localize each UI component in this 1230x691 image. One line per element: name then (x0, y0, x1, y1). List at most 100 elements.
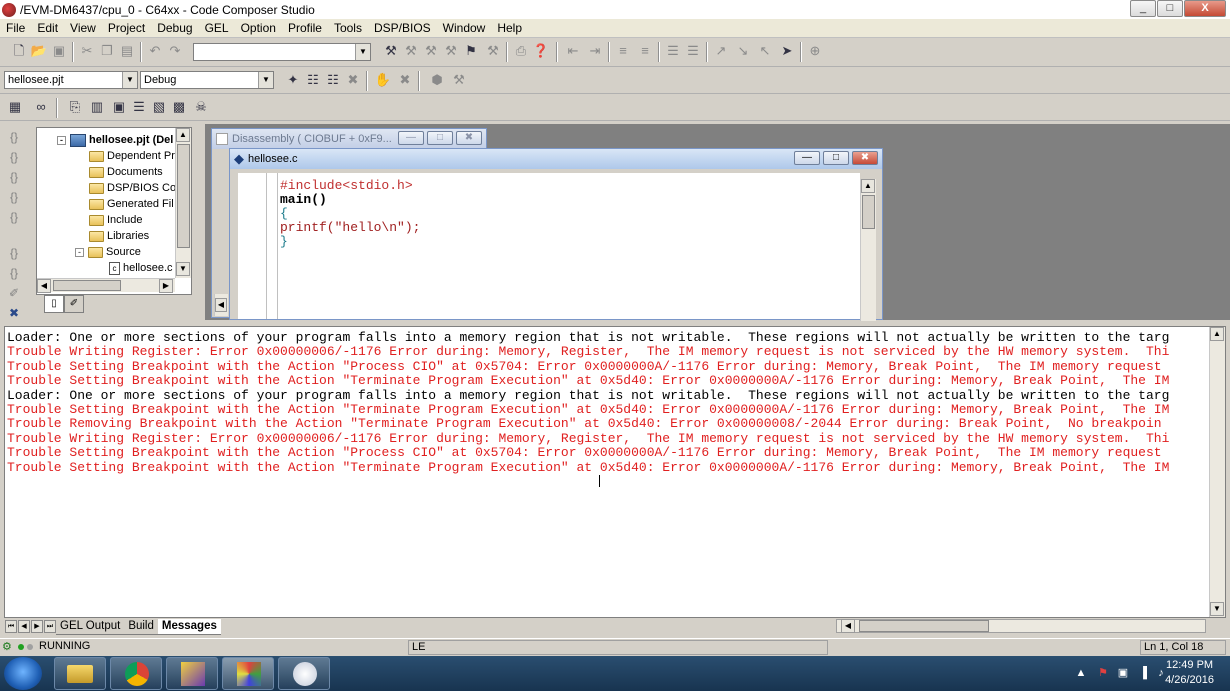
step-out-icon[interactable]: {} (6, 169, 22, 185)
next-tab-icon[interactable]: ▶ (31, 620, 43, 633)
minimize-button[interactable]: ― (398, 131, 424, 145)
new-file-icon[interactable]: 🗋 (10, 42, 28, 60)
align-right-icon[interactable]: ☰ (684, 42, 702, 60)
close-button[interactable]: X (1184, 0, 1226, 17)
tab-gel-output[interactable]: GEL Output (56, 619, 125, 635)
run-to-cursor-icon[interactable]: ➤ (778, 42, 796, 60)
tree-node-project[interactable]: - hellosee.pjt (Del (57, 132, 173, 148)
menu-project[interactable]: Project (102, 19, 151, 38)
profiler-icon[interactable]: ⚒ (450, 71, 468, 89)
scroll-up-icon[interactable]: ▲ (1210, 327, 1224, 341)
taskbar-explorer-icon[interactable] (54, 657, 106, 690)
scroll-thumb[interactable] (53, 280, 121, 291)
open-folder-icon[interactable]: 📂 (30, 42, 48, 60)
editor-vscrollbar[interactable]: ▲ (860, 179, 876, 321)
clipboard-icon[interactable]: ⎘ (66, 98, 84, 116)
asm-step-over-icon[interactable]: {} (6, 265, 22, 281)
editor-gutter[interactable] (238, 173, 278, 319)
scroll-down-icon[interactable]: ▼ (176, 262, 190, 276)
menu-dspbios[interactable]: DSP/BIOS (368, 19, 437, 38)
network-signal-icon[interactable]: ▐ (1136, 666, 1150, 680)
asm-step-into-icon[interactable]: {} (6, 245, 22, 261)
step-over-icon[interactable]: ↘ (734, 42, 752, 60)
find-next-icon[interactable]: ⚒ (402, 42, 420, 60)
step-into-icon[interactable]: ↗ (712, 42, 730, 60)
tree-folder-dspbios[interactable]: DSP/BIOS Co (89, 180, 176, 196)
align-left-icon[interactable]: ☰ (664, 42, 682, 60)
registers-icon[interactable]: ▥ (88, 98, 106, 116)
compile-icon[interactable]: ✦ (284, 71, 302, 89)
first-tab-icon[interactable]: ⏮ (5, 620, 17, 633)
find-in-files-icon[interactable]: ⚒ (442, 42, 460, 60)
usb-device-icon[interactable]: ▣ (1116, 666, 1130, 680)
graph-icon[interactable]: ▧ (150, 98, 168, 116)
remove-breakpoints-icon[interactable]: ✖ (396, 71, 414, 89)
menu-file[interactable]: File (0, 19, 31, 38)
code-line[interactable]: #include<stdio.h> (280, 179, 413, 193)
comment-icon[interactable]: ≡ (614, 42, 632, 60)
editor-window[interactable]: ◆ hellosee.c ― □ ✖ #include<stdio.h> mai… (229, 148, 883, 321)
menu-option[interactable]: Option (235, 19, 282, 38)
cut-icon[interactable]: ✂ (78, 42, 96, 60)
menu-help[interactable]: Help (491, 19, 528, 38)
scroll-thumb[interactable] (177, 144, 190, 248)
show-hidden-icon[interactable]: ▲ (1074, 666, 1088, 680)
find-combo[interactable] (193, 43, 371, 61)
tree-file-hellosee[interactable]: c hellosee.c (109, 260, 173, 276)
run-icon[interactable]: ✐ (6, 285, 22, 301)
rebuild-all-icon[interactable]: ☷ (324, 71, 342, 89)
find-combo-dropdown[interactable]: ▼ (355, 43, 371, 61)
call-stack-icon[interactable]: ☰ (130, 98, 148, 116)
minimize-button[interactable]: ― (794, 151, 820, 165)
scroll-thumb[interactable] (862, 195, 875, 229)
disassembly-vscrollbar[interactable]: ◀ (214, 294, 228, 316)
save-icon[interactable]: ▣ (50, 42, 68, 60)
set-pc-icon[interactable]: {} (6, 209, 22, 225)
step-into-icon[interactable]: {} (6, 129, 22, 145)
taskbar-ccs-icon[interactable] (222, 657, 274, 690)
indent-left-icon[interactable]: ⇤ (564, 42, 582, 60)
uncomment-icon[interactable]: ≡ (636, 42, 654, 60)
disassembly-titlebar[interactable]: Disassembly ( CIOBUF + 0xF9... ― □ ✖ (212, 129, 486, 149)
minimize-button[interactable]: _ (1130, 0, 1156, 17)
disassembly-icon[interactable]: ▣ (110, 98, 128, 116)
menu-profile[interactable]: Profile (282, 19, 328, 38)
collapse-icon[interactable]: - (57, 135, 66, 145)
undo-icon[interactable]: ↶ (146, 42, 164, 60)
copy-icon[interactable]: ❐ (98, 42, 116, 60)
memory-window-icon[interactable]: ▦ (6, 98, 24, 116)
tree-folder-dependent[interactable]: Dependent Pr (89, 148, 175, 164)
output-hscrollbar[interactable]: ◀ (836, 619, 1206, 633)
menu-edit[interactable]: Edit (31, 19, 64, 38)
scroll-up-icon[interactable]: ▲ (861, 179, 875, 193)
menu-window[interactable]: Window (437, 19, 492, 38)
context-help-icon[interactable]: ❓ (532, 42, 550, 60)
file-view-tab-icon[interactable]: ▯ (44, 295, 64, 313)
collapse-icon[interactable]: - (75, 247, 84, 257)
menu-gel[interactable]: GEL (199, 19, 235, 38)
output-vscrollbar[interactable]: ▲ ▼ (1209, 327, 1225, 617)
taskbar-clock[interactable]: 12:49 PM 4/26/2016 (1165, 658, 1214, 688)
indent-right-icon[interactable]: ⇥ (586, 42, 604, 60)
code-line[interactable]: main() (280, 193, 327, 207)
taskbar-paint-icon[interactable] (278, 657, 330, 690)
code-editor[interactable]: #include<stdio.h> main() { printf("hello… (238, 173, 860, 319)
image-icon[interactable]: ▩ (170, 98, 188, 116)
start-button[interactable] (4, 657, 42, 690)
watch-add-icon[interactable]: ⊕ (806, 42, 824, 60)
project-vscrollbar[interactable]: ▲ ▼ (175, 128, 191, 278)
menu-tools[interactable]: Tools (328, 19, 368, 38)
config-select[interactable]: Debug ▼ (140, 71, 274, 89)
tree-folder-libraries[interactable]: Libraries (89, 228, 149, 244)
scroll-left-icon[interactable]: ◀ (215, 298, 227, 312)
scroll-down-icon[interactable]: ▼ (1210, 602, 1224, 616)
step-over-icon[interactable]: {} (6, 149, 22, 165)
code-line[interactable]: printf("hello\n"); (280, 221, 420, 235)
maximize-button[interactable]: □ (823, 151, 849, 165)
taskbar-visualstudio-icon[interactable] (166, 657, 218, 690)
bookmark-view-tab-icon[interactable]: ✐ (64, 295, 84, 313)
code-line[interactable]: } (280, 235, 288, 249)
scroll-right-icon[interactable]: ▶ (159, 279, 173, 293)
close-button[interactable]: ✖ (456, 131, 482, 145)
scroll-left-icon[interactable]: ◀ (841, 619, 855, 633)
